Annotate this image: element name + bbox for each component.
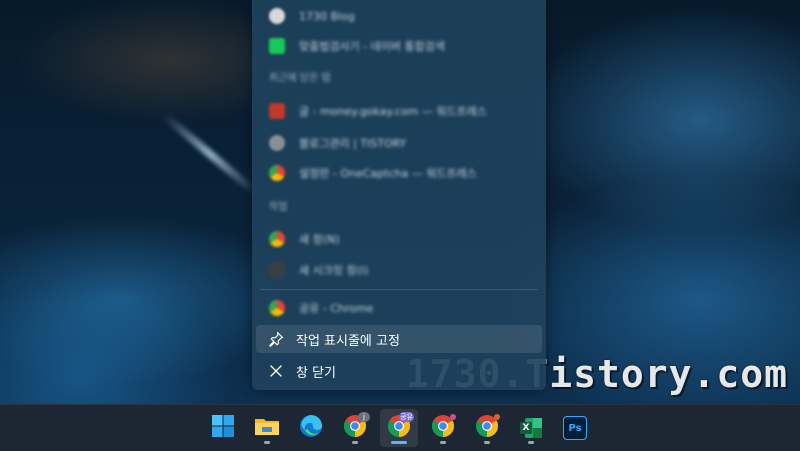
chrome-profile-3-button[interactable] bbox=[424, 409, 462, 447]
photoshop-button[interactable]: Ps bbox=[556, 409, 594, 447]
start-button[interactable] bbox=[204, 409, 242, 447]
jumplist-item-label: 새 창(N) bbox=[299, 233, 340, 246]
excel-button[interactable]: X bbox=[512, 409, 550, 447]
photoshop-icon: Ps bbox=[563, 416, 587, 440]
wallpaper-light-streak bbox=[161, 112, 259, 196]
chrome-icon bbox=[269, 231, 285, 247]
recent-closed-header: 최근에 닫은 탭 bbox=[269, 73, 331, 84]
jumplist-item-label: 1730 Blog bbox=[299, 9, 355, 23]
profile-badge-dot bbox=[450, 414, 456, 420]
jumplist-item[interactable]: 블로그관리 | TISTORY bbox=[260, 130, 538, 156]
edge-button[interactable] bbox=[292, 409, 330, 447]
app-item[interactable]: 공유 - Chrome bbox=[260, 295, 538, 321]
photoshop-label: Ps bbox=[568, 422, 582, 434]
active-indicator bbox=[391, 441, 407, 444]
taskbar: j 공유 X Ps bbox=[0, 404, 800, 451]
incognito-icon bbox=[269, 262, 285, 278]
close-window-action[interactable]: 창 닫기 bbox=[256, 357, 542, 385]
jumplist-item-label: 설정란 - OneCaptcha — 워드프레스 bbox=[299, 167, 477, 180]
new-window-item[interactable]: 새 창(N) bbox=[260, 226, 538, 252]
file-explorer-button[interactable] bbox=[248, 409, 286, 447]
naver-icon bbox=[269, 38, 285, 54]
chrome-profile-2-button[interactable]: 공유 bbox=[380, 409, 418, 447]
running-indicator bbox=[264, 441, 270, 444]
running-indicator bbox=[484, 441, 490, 444]
new-incognito-window-item[interactable]: 새 시크릿 창(I) bbox=[260, 257, 538, 283]
edge-icon bbox=[299, 414, 323, 442]
chrome-icon bbox=[269, 300, 285, 316]
jumplist-item-label: 블로그관리 | TISTORY bbox=[299, 137, 407, 150]
jumplist-item[interactable]: 1730 Blog bbox=[260, 3, 538, 29]
tistory-icon bbox=[269, 135, 285, 151]
jumplist-item[interactable]: 맞춤법검사기 - 네이버 통합검색 bbox=[260, 33, 538, 59]
jumplist-item-label: 새 시크릿 창(I) bbox=[299, 264, 369, 277]
windows-logo-icon bbox=[211, 414, 235, 442]
running-indicator bbox=[440, 441, 446, 444]
profile-badge: j bbox=[358, 412, 370, 422]
profile-badge: 공유 bbox=[399, 412, 414, 422]
profile-badge-dot bbox=[494, 414, 500, 420]
close-window-label: 창 닫기 bbox=[296, 365, 337, 381]
chrome-profile-4-button[interactable] bbox=[468, 409, 506, 447]
site-favicon-icon bbox=[269, 8, 285, 24]
close-icon bbox=[268, 363, 284, 379]
chrome-icon bbox=[269, 165, 285, 181]
running-indicator bbox=[352, 441, 358, 444]
jumplist-item[interactable]: 글 - money.gokay.com — 워드프레스 bbox=[260, 98, 538, 124]
jumplist-item-label: 맞춤법검사기 - 네이버 통합검색 bbox=[299, 40, 446, 53]
running-indicator bbox=[528, 441, 534, 444]
chrome-profile-1-button[interactable]: j bbox=[336, 409, 374, 447]
site-favicon-icon bbox=[269, 103, 285, 119]
tasks-header: 작업 bbox=[269, 202, 288, 213]
pin-to-taskbar-action[interactable]: 작업 표시줄에 고정 bbox=[256, 325, 542, 353]
pin-to-taskbar-label: 작업 표시줄에 고정 bbox=[296, 333, 400, 349]
chrome-jump-list: 1730 Blog 맞춤법검사기 - 네이버 통합검색 최근에 닫은 탭 글 -… bbox=[252, 0, 546, 390]
jumplist-divider bbox=[260, 289, 538, 290]
jumplist-item[interactable]: 설정란 - OneCaptcha — 워드프레스 bbox=[260, 160, 538, 186]
excel-icon: X bbox=[519, 416, 543, 440]
folder-icon bbox=[254, 414, 280, 442]
pin-icon bbox=[268, 331, 284, 347]
jumplist-item-label: 글 - money.gokay.com — 워드프레스 bbox=[299, 105, 487, 118]
jumplist-item-label: 공유 - Chrome bbox=[299, 302, 374, 315]
excel-letter: X bbox=[522, 423, 530, 433]
